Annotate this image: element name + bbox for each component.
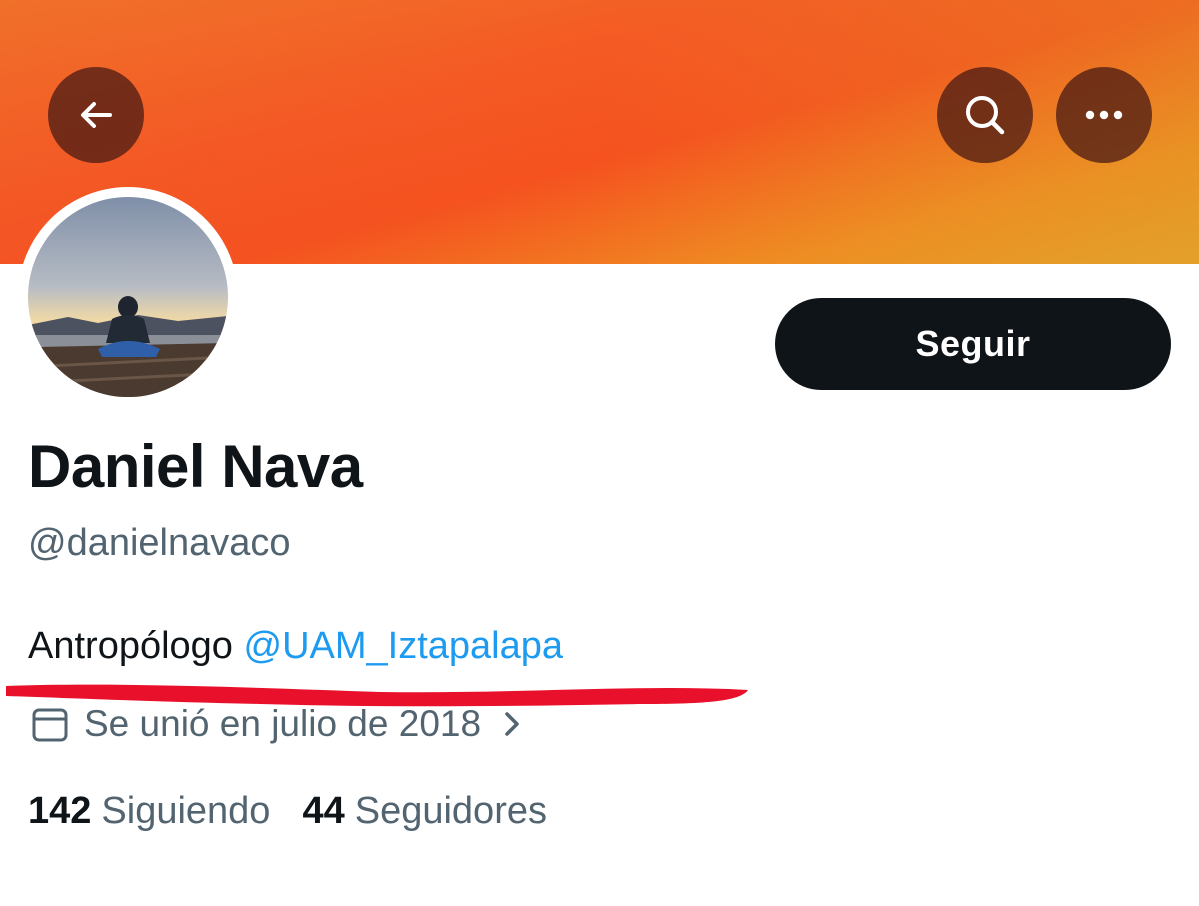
profile-page: Seguir Daniel Nava @danielnavaco Antropó… [0, 0, 1199, 906]
follow-button[interactable]: Seguir [775, 298, 1171, 390]
back-button[interactable] [48, 67, 144, 163]
bio-mention-link[interactable]: @UAM_Iztapalapa [244, 625, 564, 667]
profile-bio: Antropólogo @UAM_Iztapalapa [28, 625, 563, 668]
profile-display-name: Daniel Nava [28, 433, 363, 500]
arrow-left-icon [81, 102, 112, 128]
followers-count: 44 [302, 790, 345, 832]
following-link[interactable]: 142 Siguiendo [28, 790, 270, 833]
following-label: Siguiendo [101, 790, 271, 832]
followers-label: Seguidores [354, 790, 547, 832]
red-underline-annotation [6, 684, 748, 707]
avatar[interactable] [18, 187, 238, 407]
avatar-photo [28, 197, 228, 397]
bio-text: Antropólogo [28, 625, 244, 667]
profile-handle: @danielnavaco [28, 522, 291, 564]
search-icon [966, 96, 1005, 135]
follow-stats: 142 Siguiendo 44 Seguidores [28, 790, 547, 833]
followers-link[interactable]: 44 Seguidores [302, 790, 547, 833]
more-horizontal-icon [1085, 110, 1123, 120]
more-options-button[interactable] [1056, 67, 1152, 163]
following-count: 142 [28, 790, 92, 832]
search-button[interactable] [937, 67, 1033, 163]
